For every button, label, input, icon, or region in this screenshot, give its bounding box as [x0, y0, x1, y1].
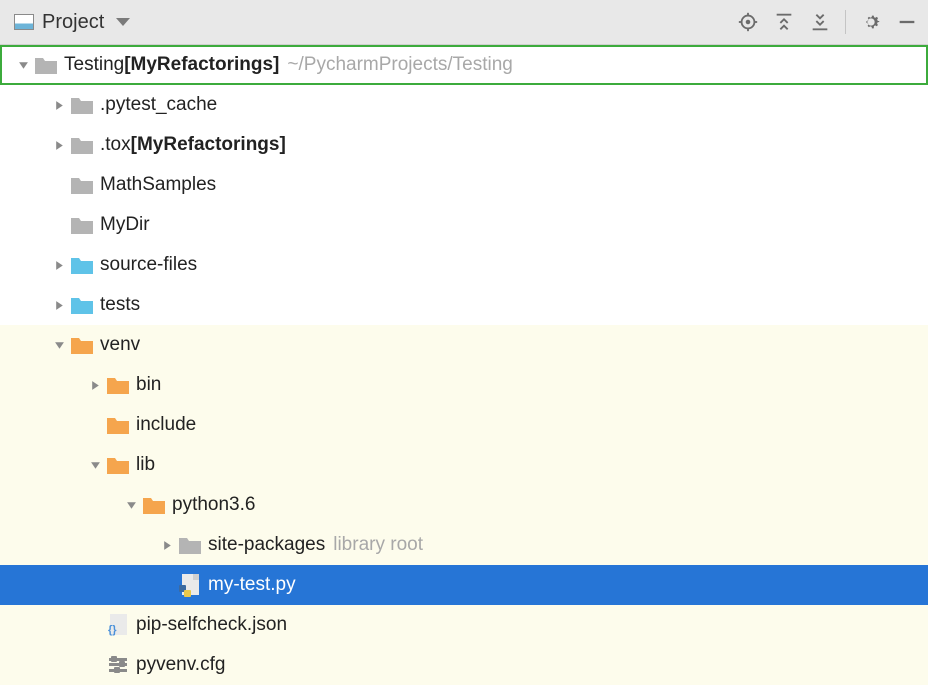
chevron-down-icon: [116, 18, 130, 26]
tree-item-label: .pytest_cache: [100, 94, 217, 116]
tree-item-label: site-packages: [208, 534, 325, 556]
expand-arrow-icon[interactable]: [48, 340, 70, 351]
expand-arrow-icon[interactable]: [48, 140, 70, 151]
expand-arrow-icon[interactable]: [120, 500, 142, 511]
tree-item-path: ~/PycharmProjects/Testing: [287, 54, 512, 76]
tree-item-label: bin: [136, 374, 161, 396]
tree-row[interactable]: include: [0, 405, 928, 445]
locate-icon[interactable]: [737, 11, 759, 33]
tree-row[interactable]: pyvenv.cfg: [0, 645, 928, 685]
tree-item-label: pip-selfcheck.json: [136, 614, 287, 636]
folder-icon: [178, 534, 202, 556]
tree-row[interactable]: lib: [0, 445, 928, 485]
tree-row[interactable]: .pytest_cache: [0, 85, 928, 125]
tree-item-label: python3.6: [172, 494, 255, 516]
project-selector[interactable]: Project: [14, 11, 130, 34]
minimize-icon[interactable]: [896, 11, 918, 33]
tree-item-label: my-test.py: [208, 574, 296, 596]
project-title: Project: [42, 11, 104, 34]
project-view-icon: [14, 14, 34, 30]
expand-arrow-icon[interactable]: [12, 60, 34, 71]
tree-item-label: venv: [100, 334, 140, 356]
folder-icon: [70, 334, 94, 356]
expand-arrow-icon[interactable]: [48, 260, 70, 271]
tree-row[interactable]: MyDir: [0, 205, 928, 245]
folder-icon: [70, 214, 94, 236]
folder-icon: [70, 294, 94, 316]
tree-row[interactable]: site-packages library root: [0, 525, 928, 565]
tree-row[interactable]: my-test.py: [0, 565, 928, 605]
folder-icon: [106, 414, 130, 436]
tree-item-label: MyDir: [100, 214, 150, 236]
tree-row[interactable]: venv: [0, 325, 928, 365]
folder-icon: [106, 374, 130, 396]
tree-item-label: lib: [136, 454, 155, 476]
tree-item-label: include: [136, 414, 196, 436]
folder-icon: [142, 494, 166, 516]
folder-icon: [70, 134, 94, 156]
collapse-all-icon[interactable]: [809, 11, 831, 33]
tree-row[interactable]: Testing [MyRefactorings] ~/PycharmProject…: [0, 45, 928, 85]
tree-row[interactable]: .tox [MyRefactorings]: [0, 125, 928, 165]
tree-row[interactable]: {} pip-selfcheck.json: [0, 605, 928, 645]
gear-icon[interactable]: [860, 11, 882, 33]
tree-row[interactable]: python3.6: [0, 485, 928, 525]
python-file-icon: [178, 574, 202, 596]
tree-row[interactable]: tests: [0, 285, 928, 325]
tree-item-branch: [MyRefactorings]: [124, 54, 279, 76]
json-file-icon: {}: [106, 614, 130, 636]
tree-item-label: source-files: [100, 254, 197, 276]
expand-arrow-icon[interactable]: [156, 540, 178, 551]
folder-icon: [70, 94, 94, 116]
tree-item-label: .tox: [100, 134, 131, 156]
expand-arrow-icon[interactable]: [48, 300, 70, 311]
tree-item-label: Testing: [64, 54, 124, 76]
expand-arrow-icon[interactable]: [48, 100, 70, 111]
tree-item-label: tests: [100, 294, 140, 316]
project-toolbar: Project: [0, 0, 928, 45]
folder-icon: [70, 174, 94, 196]
folder-icon: [34, 54, 58, 76]
tree-row[interactable]: bin: [0, 365, 928, 405]
tree-row[interactable]: MathSamples: [0, 165, 928, 205]
tree-row[interactable]: source-files: [0, 245, 928, 285]
tree-item-label: pyvenv.cfg: [136, 654, 225, 676]
folder-icon: [106, 454, 130, 476]
tree-item-path: library root: [333, 534, 423, 556]
expand-arrow-icon[interactable]: [84, 380, 106, 391]
folder-icon: [70, 254, 94, 276]
toolbar-divider: [845, 10, 846, 34]
tree-item-label: MathSamples: [100, 174, 216, 196]
expand-all-icon[interactable]: [773, 11, 795, 33]
project-tree[interactable]: Testing [MyRefactorings] ~/PycharmProject…: [0, 45, 928, 685]
expand-arrow-icon[interactable]: [84, 460, 106, 471]
tree-item-branch: [MyRefactorings]: [131, 134, 286, 156]
cfg-file-icon: [106, 654, 130, 676]
